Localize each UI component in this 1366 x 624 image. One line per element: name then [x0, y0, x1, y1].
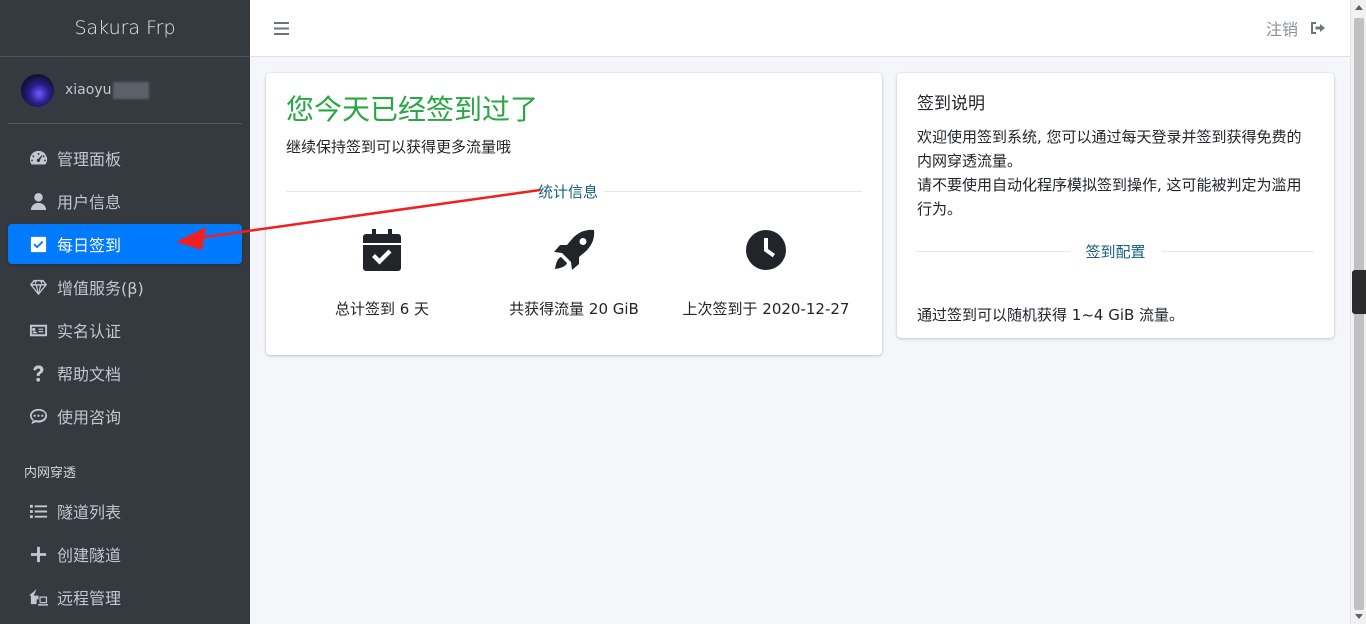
sidebar-item-remote-manage[interactable]: 远程管理 — [8, 577, 242, 617]
stats-label: 统计信息 — [537, 183, 598, 201]
sidebar-item-dashboard[interactable]: 管理面板 — [8, 138, 242, 178]
logout-button[interactable]: 注销 — [1266, 16, 1326, 40]
brand-logo[interactable]: Sakura Frp — [0, 0, 250, 57]
sidebar-item-user-info[interactable]: 用户信息 — [8, 181, 242, 221]
config-label: 签到配置 — [1085, 243, 1146, 261]
checkin-subtitle: 继续保持签到可以获得更多流量哦 — [286, 138, 512, 156]
divider-line — [917, 251, 1070, 252]
sign-out-icon — [1310, 21, 1326, 35]
scroll-up-icon[interactable] — [1355, 5, 1363, 10]
check-square-icon — [28, 234, 48, 254]
nav-section-header: 内网穿透 — [24, 466, 77, 481]
user-name-redaction — [113, 81, 150, 99]
user-name-text: xiaoyu — [65, 82, 112, 98]
stats-divider: 统计信息 — [286, 181, 862, 202]
sidebar-item-daily-checkin[interactable]: 每日签到 — [8, 224, 242, 264]
scroll-down-icon[interactable] — [1355, 614, 1363, 619]
gem-icon — [28, 277, 48, 297]
scroll-thumb[interactable] — [1354, 18, 1364, 610]
checkin-info-card: 签到说明 欢迎使用签到系统, 您可以通过每天登录并签到获得免费的内网穿透流量。 … — [897, 73, 1334, 338]
rocket-icon — [553, 228, 595, 272]
question-icon — [28, 363, 48, 383]
dashboard-icon — [28, 148, 48, 168]
list-icon — [28, 501, 48, 521]
sidebar-item-label: 远程管理 — [57, 589, 122, 608]
user-icon — [28, 191, 48, 211]
info-paragraph: 欢迎使用签到系统, 您可以通过每天登录并签到获得免费的内网穿透流量。 — [917, 128, 1302, 170]
house-laptop-icon — [28, 587, 48, 607]
sidebar-item-label: 每日签到 — [57, 236, 122, 255]
info-footer: 通过签到可以随机获得 1~4 GiB 流量。 — [917, 306, 1185, 324]
stats-row: 总计签到 6 天 共获得流量 20 GiB 上次签到于 2020-12-27 — [286, 228, 862, 319]
sidebar-item-help-docs[interactable]: 帮助文档 — [8, 353, 242, 393]
avatar[interactable] — [21, 73, 54, 107]
clock-icon — [746, 228, 786, 272]
side-drawer-tab[interactable] — [1352, 270, 1366, 314]
sidebar: Sakura Frp xiaoyu 管理面板 用户信息 每日签到 增值服务(β)… — [0, 0, 250, 624]
logout-label: 注销 — [1265, 20, 1298, 39]
hamburger-menu-icon[interactable] — [274, 21, 289, 35]
divider-line — [286, 191, 532, 192]
sidebar-item-label: 用户信息 — [57, 193, 122, 212]
info-paragraph: 请不要使用自动化程序模拟签到操作, 这可能被判定为滥用行为。 — [917, 176, 1302, 218]
sidebar-nav: 管理面板 用户信息 每日签到 增值服务(β) 实名认证 帮助文档 使用咨询 — [0, 138, 250, 436]
divider-line — [1161, 251, 1315, 252]
stat-text: 总计签到 6 天 — [334, 300, 430, 318]
sidebar-nav-tunnels: 隧道列表 创建隧道 远程管理 — [0, 491, 250, 617]
sidebar-item-consult[interactable]: 使用咨询 — [8, 396, 242, 436]
comment-dots-icon — [28, 406, 48, 426]
checkin-title: 您今天已经签到过了 — [286, 93, 539, 126]
sidebar-item-label: 隧道列表 — [57, 503, 122, 522]
plus-icon — [28, 544, 48, 564]
user-panel[interactable]: xiaoyu — [8, 57, 242, 124]
stat-last-checkin: 上次签到于 2020-12-27 — [670, 228, 862, 319]
top-navbar: 注销 — [250, 0, 1350, 57]
calendar-check-icon — [363, 228, 401, 272]
stat-text: 上次签到于 2020-12-27 — [682, 300, 850, 318]
stat-total-days: 总计签到 6 天 — [286, 228, 478, 319]
sidebar-item-label: 增值服务(β) — [57, 279, 144, 298]
sidebar-item-label: 帮助文档 — [57, 365, 122, 384]
divider-line — [604, 191, 862, 192]
sidebar-item-label: 实名认证 — [57, 322, 122, 341]
checkin-status-card: 您今天已经签到过了 继续保持签到可以获得更多流量哦 统计信息 总计签到 6 天 … — [266, 73, 882, 355]
sidebar-item-create-tunnel[interactable]: 创建隧道 — [8, 534, 242, 574]
sidebar-item-label: 使用咨询 — [57, 408, 122, 427]
id-card-icon — [28, 320, 48, 340]
user-name[interactable]: xiaoyu — [65, 81, 150, 99]
sidebar-item-label: 创建隧道 — [57, 546, 122, 565]
stat-text: 共获得流量 20 GiB — [509, 300, 639, 318]
info-body: 欢迎使用签到系统, 您可以通过每天登录并签到获得免费的内网穿透流量。 请不要使用… — [917, 125, 1314, 221]
sidebar-item-value-added[interactable]: 增值服务(β) — [8, 267, 242, 307]
config-divider: 签到配置 — [917, 241, 1315, 262]
sidebar-item-real-name[interactable]: 实名认证 — [8, 310, 242, 350]
sidebar-item-label: 管理面板 — [57, 150, 122, 169]
sidebar-item-tunnel-list[interactable]: 隧道列表 — [8, 491, 242, 531]
info-title: 签到说明 — [917, 94, 985, 114]
stat-traffic-gained: 共获得流量 20 GiB — [478, 228, 670, 319]
